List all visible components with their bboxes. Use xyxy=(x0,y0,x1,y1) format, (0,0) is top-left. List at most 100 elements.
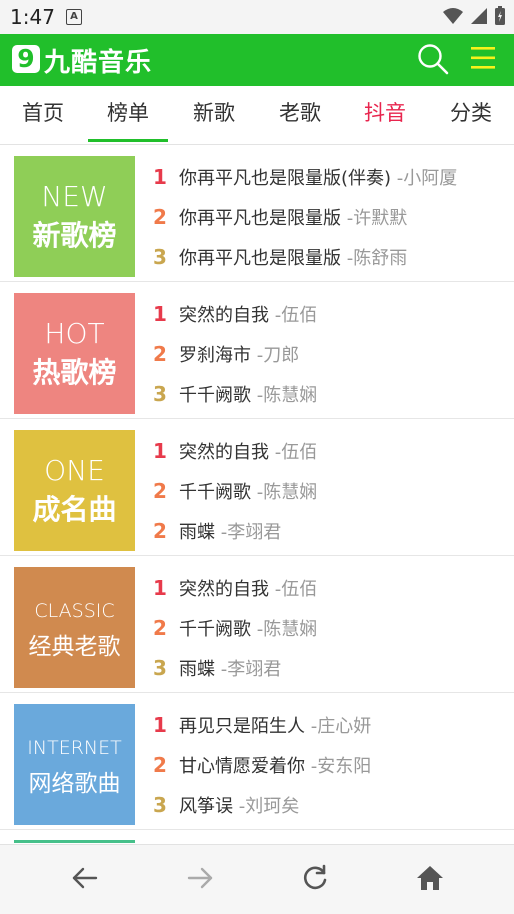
rank-number: 2 xyxy=(153,616,167,640)
song-title: 雨蝶 xyxy=(179,659,215,680)
song-artist: -安东阳 xyxy=(310,756,372,777)
song-item[interactable]: 1 突然的自我 -伍佰 xyxy=(153,431,317,471)
menu-icon[interactable] xyxy=(470,45,496,71)
status-time: 1:47 xyxy=(10,5,55,29)
rank-number: 2 xyxy=(153,519,167,543)
chart-card-one[interactable]: ONE 成名曲 1 突然的自我 -伍佰 2 千千阙歌 -陈慧娴 2 雨蝶 -李翊君 xyxy=(0,419,514,556)
song-item[interactable]: 1 突然的自我 -伍佰 xyxy=(153,568,317,608)
song-artist: -陈慧娴 xyxy=(256,619,318,640)
song-title: 你再平凡也是限量版 xyxy=(179,208,341,229)
rank-number: 3 xyxy=(153,245,167,269)
song-artist: -李翊君 xyxy=(220,522,282,543)
rank-number: 2 xyxy=(153,205,167,229)
accessibility-icon: A xyxy=(66,9,82,25)
wifi-icon xyxy=(443,8,463,24)
song-item[interactable]: 3 你再平凡也是限量版 -陈舒雨 xyxy=(153,237,407,277)
cover-cn-label: 新歌榜 xyxy=(32,219,117,252)
cover-en-label: INTERNET xyxy=(27,737,122,759)
song-item[interactable]: 2 千千阙歌 -陈慧娴 xyxy=(153,471,317,511)
song-artist: -刘珂矣 xyxy=(238,796,300,817)
song-artist: -李翊君 xyxy=(220,659,282,680)
tab-categories[interactable]: 分类 xyxy=(431,86,511,144)
rank-number: 1 xyxy=(153,302,167,326)
cover-en-label: NEW xyxy=(41,180,108,213)
song-artist: -刀郎 xyxy=(256,345,300,366)
song-title: 突然的自我 xyxy=(179,305,269,326)
chart-cover[interactable]: CLASSIC 经典老歌 xyxy=(14,567,135,688)
song-item[interactable]: 3 风筝误 -刘珂矣 xyxy=(153,785,299,825)
tab-old-songs[interactable]: 老歌 xyxy=(260,86,340,144)
song-title: 突然的自我 xyxy=(179,579,269,600)
chart-card-classic[interactable]: CLASSIC 经典老歌 1 突然的自我 -伍佰 2 千千阙歌 -陈慧娴 3 雨蝶 -… xyxy=(0,556,514,693)
tab-new-songs[interactable]: 新歌 xyxy=(174,86,254,144)
chart-cover[interactable]: HOT 热歌榜 xyxy=(14,293,135,414)
tab-charts[interactable]: 榜单 xyxy=(88,86,168,144)
status-icons xyxy=(442,6,506,26)
chart-card-internet[interactable]: INTERNET 网络歌曲 1 再见只是陌生人 -庄心妍 2 甘心情愿爱着你 -安东… xyxy=(0,693,514,830)
song-item[interactable]: 1 突然的自我 -伍佰 xyxy=(153,294,317,334)
bottom-navigation-bar xyxy=(0,844,514,914)
song-title: 罗刹海市 xyxy=(179,345,251,366)
song-artist: -伍佰 xyxy=(274,579,318,600)
arrow-left-icon[interactable] xyxy=(70,863,100,893)
app-header: 9 九酷音乐 xyxy=(0,34,514,86)
song-artist: -陈慧娴 xyxy=(256,482,318,503)
next-chart-cover-partial xyxy=(14,840,135,843)
song-item[interactable]: 3 雨蝶 -李翊君 xyxy=(153,648,281,688)
cover-cn-label: 网络歌曲 xyxy=(28,771,121,797)
song-artist: -伍佰 xyxy=(274,442,318,463)
song-item[interactable]: 3 千千阙歌 -陈慧娴 xyxy=(153,374,317,414)
rank-number: 1 xyxy=(153,713,167,737)
cover-en-label: CLASSIC xyxy=(34,600,115,622)
chart-card-new[interactable]: NEW 新歌榜 1 你再平凡也是限量版(伴奏) -小阿厦 2 你再平凡也是限量版 -… xyxy=(0,145,514,282)
tab-douyin[interactable]: 抖音 xyxy=(345,86,425,144)
song-title: 再见只是陌生人 xyxy=(179,716,305,737)
rank-number: 1 xyxy=(153,165,167,189)
rank-number: 3 xyxy=(153,656,167,680)
rank-number: 3 xyxy=(153,793,167,817)
cover-en-label: ONE xyxy=(44,454,105,487)
song-title: 千千阙歌 xyxy=(179,619,251,640)
song-item[interactable]: 2 甘心情愿爱着你 -安东阳 xyxy=(153,745,371,785)
chart-cover[interactable]: NEW 新歌榜 xyxy=(14,156,135,277)
song-artist: -许默默 xyxy=(346,208,408,229)
status-bar: 1:47 A xyxy=(0,0,514,34)
battery-icon xyxy=(495,6,505,25)
song-artist: -庄心妍 xyxy=(310,716,372,737)
chart-card-hot[interactable]: HOT 热歌榜 1 突然的自我 -伍佰 2 罗刹海市 -刀郎 3 千千阙歌 -陈慧娴 xyxy=(0,282,514,419)
song-artist: -陈慧娴 xyxy=(256,385,318,406)
song-artist: -伍佰 xyxy=(274,305,318,326)
cover-cn-label: 热歌榜 xyxy=(32,356,117,389)
rank-number: 1 xyxy=(153,439,167,463)
nav-tabs: 首页 榜单 新歌 老歌 抖音 分类 xyxy=(0,86,514,145)
chart-cover[interactable]: INTERNET 网络歌曲 xyxy=(14,704,135,825)
home-icon[interactable] xyxy=(415,863,445,893)
song-item[interactable]: 2 千千阙歌 -陈慧娴 xyxy=(153,608,317,648)
cover-cn-label: 成名曲 xyxy=(32,493,117,526)
arrow-right-icon[interactable] xyxy=(185,863,215,893)
song-item[interactable]: 1 再见只是陌生人 -庄心妍 xyxy=(153,705,371,745)
song-item[interactable]: 1 你再平凡也是限量版(伴奏) -小阿厦 xyxy=(153,157,457,197)
chart-cover[interactable]: ONE 成名曲 xyxy=(14,430,135,551)
song-item[interactable]: 2 雨蝶 -李翊君 xyxy=(153,511,281,551)
rank-number: 3 xyxy=(153,382,167,406)
rank-number: 2 xyxy=(153,479,167,503)
song-title: 千千阙歌 xyxy=(179,482,251,503)
song-artist: -小阿厦 xyxy=(396,168,458,189)
song-title: 甘心情愿爱着你 xyxy=(179,756,305,777)
song-title: 你再平凡也是限量版 xyxy=(179,248,341,269)
song-title: 千千阙歌 xyxy=(179,385,251,406)
song-item[interactable]: 2 你再平凡也是限量版 -许默默 xyxy=(153,197,407,237)
search-icon[interactable] xyxy=(417,43,449,75)
cover-en-label: HOT xyxy=(44,317,105,350)
song-item[interactable]: 2 罗刹海市 -刀郎 xyxy=(153,334,299,374)
rank-number: 2 xyxy=(153,753,167,777)
logo-badge[interactable]: 9 xyxy=(12,45,40,73)
app-logo-text[interactable]: 九酷音乐 xyxy=(44,42,152,79)
tab-home[interactable]: 首页 xyxy=(3,86,83,144)
song-title: 突然的自我 xyxy=(179,442,269,463)
signal-icon xyxy=(471,8,487,24)
cover-cn-label: 经典老歌 xyxy=(28,634,121,660)
refresh-icon[interactable] xyxy=(300,863,330,893)
song-title: 风筝误 xyxy=(179,796,233,817)
